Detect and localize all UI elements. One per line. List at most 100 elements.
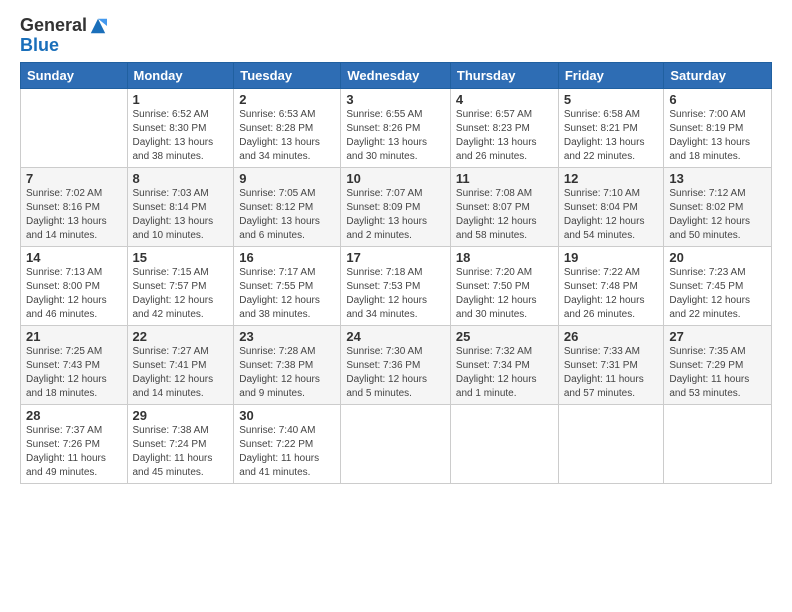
day-cell: 6Sunrise: 7:00 AM Sunset: 8:19 PM Daylig… [664, 88, 772, 167]
weekday-wednesday: Wednesday [341, 62, 451, 88]
day-cell: 2Sunrise: 6:53 AM Sunset: 8:28 PM Daylig… [234, 88, 341, 167]
day-info: Sunrise: 6:53 AM Sunset: 8:28 PM Dayligh… [239, 108, 335, 164]
day-info: Sunrise: 6:58 AM Sunset: 8:21 PM Dayligh… [564, 108, 659, 164]
day-info: Sunrise: 7:33 AM Sunset: 7:31 PM Dayligh… [564, 345, 659, 401]
day-info: Sunrise: 7:30 AM Sunset: 7:36 PM Dayligh… [346, 345, 445, 401]
logo-area: General Blue [20, 16, 107, 56]
day-info: Sunrise: 7:37 AM Sunset: 7:26 PM Dayligh… [26, 424, 122, 480]
day-number: 2 [239, 92, 335, 107]
day-number: 14 [26, 250, 122, 265]
calendar: SundayMondayTuesdayWednesdayThursdayFrid… [20, 62, 772, 484]
day-cell [664, 404, 772, 483]
day-cell: 17Sunrise: 7:18 AM Sunset: 7:53 PM Dayli… [341, 246, 451, 325]
day-number: 9 [239, 171, 335, 186]
day-cell: 15Sunrise: 7:15 AM Sunset: 7:57 PM Dayli… [127, 246, 234, 325]
day-number: 4 [456, 92, 553, 107]
day-cell [558, 404, 664, 483]
weekday-friday: Friday [558, 62, 664, 88]
day-info: Sunrise: 7:22 AM Sunset: 7:48 PM Dayligh… [564, 266, 659, 322]
day-cell: 14Sunrise: 7:13 AM Sunset: 8:00 PM Dayli… [21, 246, 128, 325]
day-info: Sunrise: 7:18 AM Sunset: 7:53 PM Dayligh… [346, 266, 445, 322]
weekday-sunday: Sunday [21, 62, 128, 88]
day-number: 19 [564, 250, 659, 265]
day-number: 10 [346, 171, 445, 186]
day-info: Sunrise: 7:20 AM Sunset: 7:50 PM Dayligh… [456, 266, 553, 322]
weekday-thursday: Thursday [450, 62, 558, 88]
day-info: Sunrise: 7:15 AM Sunset: 7:57 PM Dayligh… [133, 266, 229, 322]
logo-blue: Blue [20, 35, 59, 55]
day-cell: 10Sunrise: 7:07 AM Sunset: 8:09 PM Dayli… [341, 167, 451, 246]
day-info: Sunrise: 7:27 AM Sunset: 7:41 PM Dayligh… [133, 345, 229, 401]
day-info: Sunrise: 7:35 AM Sunset: 7:29 PM Dayligh… [669, 345, 766, 401]
day-cell: 1Sunrise: 6:52 AM Sunset: 8:30 PM Daylig… [127, 88, 234, 167]
weekday-monday: Monday [127, 62, 234, 88]
day-number: 18 [456, 250, 553, 265]
day-info: Sunrise: 7:38 AM Sunset: 7:24 PM Dayligh… [133, 424, 229, 480]
day-number: 29 [133, 408, 229, 423]
day-number: 23 [239, 329, 335, 344]
day-number: 16 [239, 250, 335, 265]
day-cell: 5Sunrise: 6:58 AM Sunset: 8:21 PM Daylig… [558, 88, 664, 167]
day-number: 13 [669, 171, 766, 186]
logo-general: General [20, 15, 87, 35]
day-cell: 8Sunrise: 7:03 AM Sunset: 8:14 PM Daylig… [127, 167, 234, 246]
day-cell [21, 88, 128, 167]
day-number: 12 [564, 171, 659, 186]
day-number: 27 [669, 329, 766, 344]
day-cell: 24Sunrise: 7:30 AM Sunset: 7:36 PM Dayli… [341, 325, 451, 404]
day-info: Sunrise: 7:28 AM Sunset: 7:38 PM Dayligh… [239, 345, 335, 401]
day-cell: 21Sunrise: 7:25 AM Sunset: 7:43 PM Dayli… [21, 325, 128, 404]
day-cell: 23Sunrise: 7:28 AM Sunset: 7:38 PM Dayli… [234, 325, 341, 404]
day-cell [450, 404, 558, 483]
day-number: 24 [346, 329, 445, 344]
weekday-tuesday: Tuesday [234, 62, 341, 88]
day-info: Sunrise: 7:13 AM Sunset: 8:00 PM Dayligh… [26, 266, 122, 322]
day-number: 20 [669, 250, 766, 265]
day-cell: 26Sunrise: 7:33 AM Sunset: 7:31 PM Dayli… [558, 325, 664, 404]
day-cell: 29Sunrise: 7:38 AM Sunset: 7:24 PM Dayli… [127, 404, 234, 483]
day-number: 25 [456, 329, 553, 344]
day-cell: 25Sunrise: 7:32 AM Sunset: 7:34 PM Dayli… [450, 325, 558, 404]
day-info: Sunrise: 7:25 AM Sunset: 7:43 PM Dayligh… [26, 345, 122, 401]
day-cell: 27Sunrise: 7:35 AM Sunset: 7:29 PM Dayli… [664, 325, 772, 404]
day-number: 1 [133, 92, 229, 107]
day-info: Sunrise: 6:52 AM Sunset: 8:30 PM Dayligh… [133, 108, 229, 164]
day-number: 5 [564, 92, 659, 107]
week-row-5: 28Sunrise: 7:37 AM Sunset: 7:26 PM Dayli… [21, 404, 772, 483]
day-info: Sunrise: 6:55 AM Sunset: 8:26 PM Dayligh… [346, 108, 445, 164]
day-info: Sunrise: 7:23 AM Sunset: 7:45 PM Dayligh… [669, 266, 766, 322]
day-number: 26 [564, 329, 659, 344]
day-number: 3 [346, 92, 445, 107]
day-info: Sunrise: 7:40 AM Sunset: 7:22 PM Dayligh… [239, 424, 335, 480]
day-cell: 4Sunrise: 6:57 AM Sunset: 8:23 PM Daylig… [450, 88, 558, 167]
day-info: Sunrise: 6:57 AM Sunset: 8:23 PM Dayligh… [456, 108, 553, 164]
week-row-4: 21Sunrise: 7:25 AM Sunset: 7:43 PM Dayli… [21, 325, 772, 404]
day-cell: 7Sunrise: 7:02 AM Sunset: 8:16 PM Daylig… [21, 167, 128, 246]
header: General Blue [20, 16, 772, 56]
day-info: Sunrise: 7:10 AM Sunset: 8:04 PM Dayligh… [564, 187, 659, 243]
day-info: Sunrise: 7:08 AM Sunset: 8:07 PM Dayligh… [456, 187, 553, 243]
day-number: 21 [26, 329, 122, 344]
day-cell: 18Sunrise: 7:20 AM Sunset: 7:50 PM Dayli… [450, 246, 558, 325]
week-row-2: 7Sunrise: 7:02 AM Sunset: 8:16 PM Daylig… [21, 167, 772, 246]
day-cell [341, 404, 451, 483]
day-number: 7 [26, 171, 122, 186]
day-cell: 22Sunrise: 7:27 AM Sunset: 7:41 PM Dayli… [127, 325, 234, 404]
day-cell: 30Sunrise: 7:40 AM Sunset: 7:22 PM Dayli… [234, 404, 341, 483]
day-cell: 20Sunrise: 7:23 AM Sunset: 7:45 PM Dayli… [664, 246, 772, 325]
day-number: 30 [239, 408, 335, 423]
day-cell: 11Sunrise: 7:08 AM Sunset: 8:07 PM Dayli… [450, 167, 558, 246]
day-number: 8 [133, 171, 229, 186]
day-number: 11 [456, 171, 553, 186]
day-info: Sunrise: 7:02 AM Sunset: 8:16 PM Dayligh… [26, 187, 122, 243]
day-cell: 28Sunrise: 7:37 AM Sunset: 7:26 PM Dayli… [21, 404, 128, 483]
week-row-1: 1Sunrise: 6:52 AM Sunset: 8:30 PM Daylig… [21, 88, 772, 167]
day-number: 15 [133, 250, 229, 265]
day-info: Sunrise: 7:03 AM Sunset: 8:14 PM Dayligh… [133, 187, 229, 243]
day-info: Sunrise: 7:32 AM Sunset: 7:34 PM Dayligh… [456, 345, 553, 401]
day-info: Sunrise: 7:00 AM Sunset: 8:19 PM Dayligh… [669, 108, 766, 164]
day-info: Sunrise: 7:17 AM Sunset: 7:55 PM Dayligh… [239, 266, 335, 322]
day-number: 22 [133, 329, 229, 344]
day-cell: 12Sunrise: 7:10 AM Sunset: 8:04 PM Dayli… [558, 167, 664, 246]
day-cell: 13Sunrise: 7:12 AM Sunset: 8:02 PM Dayli… [664, 167, 772, 246]
